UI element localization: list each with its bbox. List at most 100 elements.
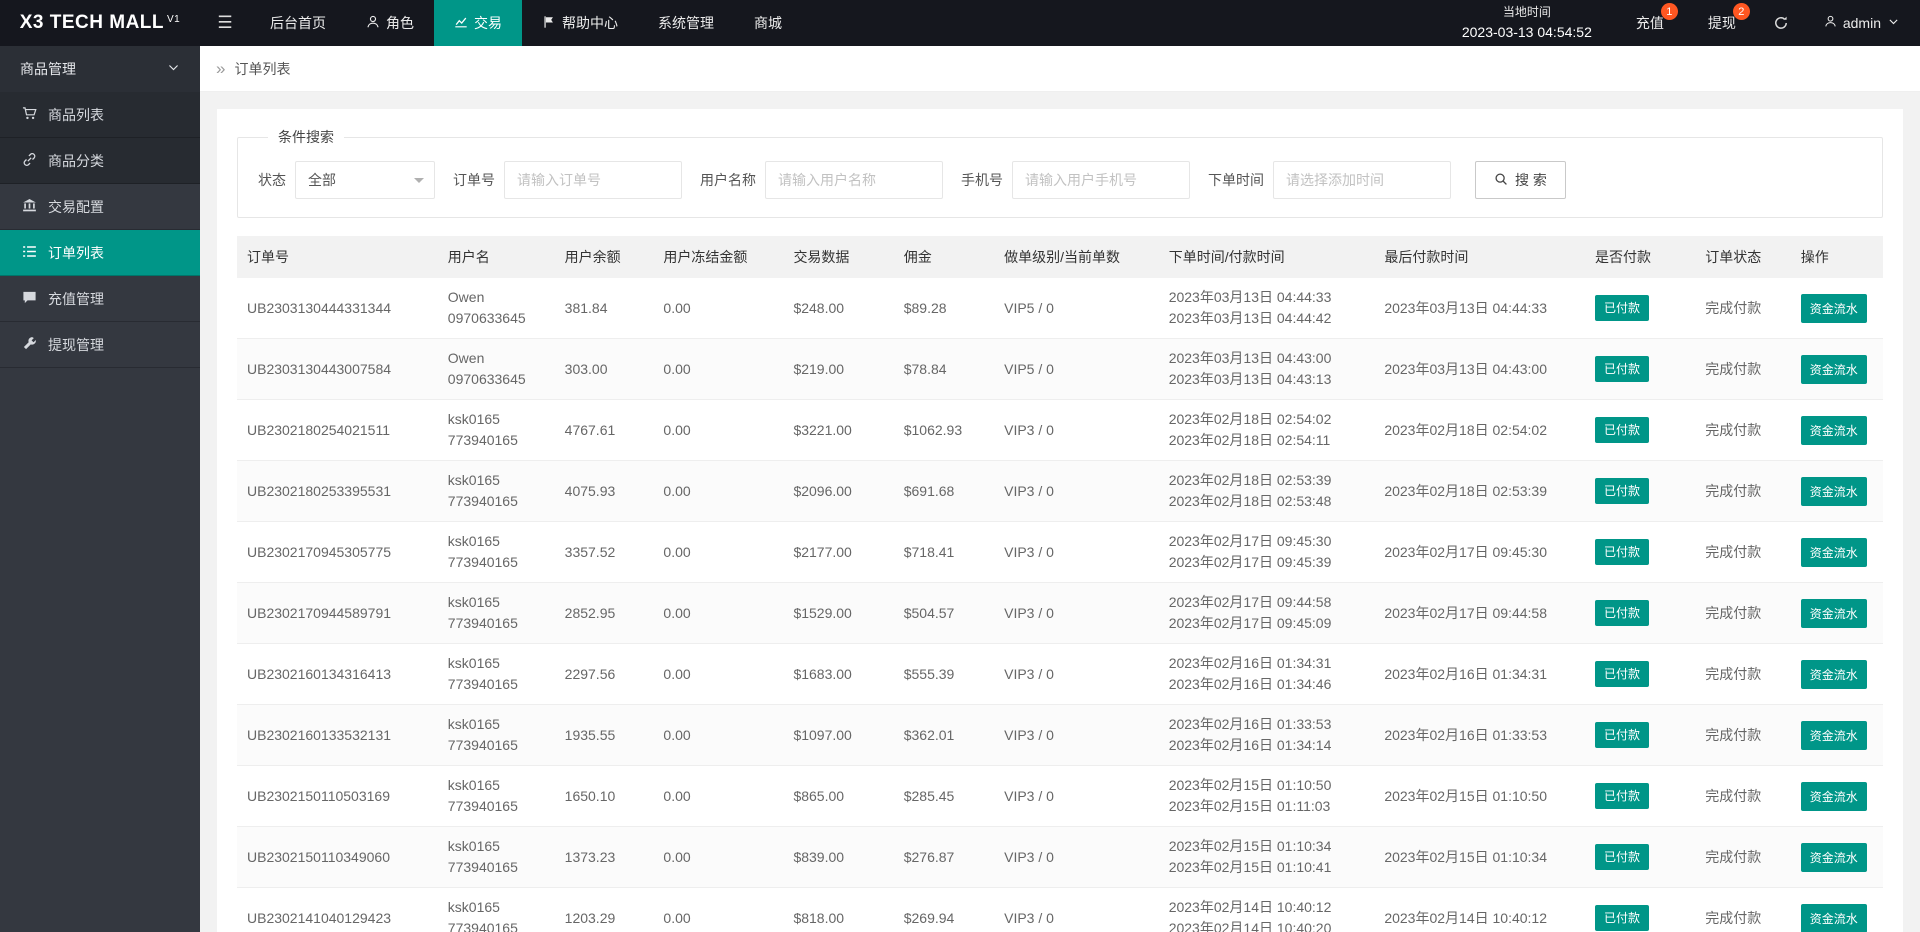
nav-item-roles[interactable]: 角色 xyxy=(346,0,434,46)
frozen-cell: 0.00 xyxy=(653,399,784,461)
fund-flow-button[interactable]: 资金流水 xyxy=(1800,659,1867,689)
balance-cell: 1935.55 xyxy=(554,704,654,766)
order-time: 2023年02月18日 02:54:02 xyxy=(1168,411,1332,427)
sidebar-item-trade-config[interactable]: 交易配置 xyxy=(0,184,200,230)
balance-cell: 2852.95 xyxy=(554,582,654,644)
vip-level-cell: VIP3 / 0 xyxy=(994,643,1159,705)
fund-flow-button[interactable]: 资金流水 xyxy=(1800,537,1867,567)
actions-cell: 资金流水 xyxy=(1790,278,1883,339)
withdraw-badge: 2 xyxy=(1732,3,1750,20)
order-no-cell: UB2302170944589791 xyxy=(237,582,438,644)
balance-cell: 3357.52 xyxy=(554,521,654,583)
phone-input[interactable] xyxy=(1012,161,1190,199)
pay-time: 2023年03月13日 04:44:42 xyxy=(1168,310,1332,326)
search-panel-title: 条件搜索 xyxy=(278,129,334,145)
paid-status-cell: 已付款 xyxy=(1585,460,1696,522)
order-pay-time-cell: 2023年02月16日 01:34:31 2023年02月16日 01:34:4… xyxy=(1158,643,1375,705)
last-pay-time-cell: 2023年02月16日 01:34:31 xyxy=(1374,643,1586,705)
refresh-icon[interactable] xyxy=(1758,0,1804,46)
search-panel: 条件搜索 状态 全部 订单号 用户名称 手机号 下单时间 xyxy=(237,127,1883,218)
nav-item-help-center[interactable]: 帮助中心 xyxy=(522,0,638,46)
sidebar-section-goods-management[interactable]: 商品管理 xyxy=(0,46,200,92)
order-time: 2023年03月13日 04:43:00 xyxy=(1168,350,1332,366)
chevron-down-icon xyxy=(1887,15,1900,31)
sidebar-item-withdraw-management[interactable]: 提现管理 xyxy=(0,322,200,368)
person-icon xyxy=(366,15,380,32)
commission-cell: $718.41 xyxy=(893,521,995,583)
commission-cell: $276.87 xyxy=(893,826,995,888)
order-status-cell: 完成付款 xyxy=(1695,521,1791,583)
actions-cell: 资金流水 xyxy=(1790,765,1883,827)
order-no-input[interactable] xyxy=(504,161,682,199)
order-pay-time-cell: 2023年03月13日 04:43:00 2023年03月13日 04:43:1… xyxy=(1158,338,1375,400)
user-menu[interactable]: admin xyxy=(1804,0,1920,46)
status-select[interactable]: 全部 xyxy=(295,161,435,199)
fund-flow-button[interactable]: 资金流水 xyxy=(1800,598,1867,628)
fund-flow-button[interactable]: 资金流水 xyxy=(1800,903,1867,932)
search-icon xyxy=(1494,172,1508,189)
paid-status-cell: 已付款 xyxy=(1585,887,1696,932)
sidebar-item-goods-list[interactable]: 商品列表 xyxy=(0,92,200,138)
fund-flow-button[interactable]: 资金流水 xyxy=(1800,354,1867,384)
trade-amount-cell: $818.00 xyxy=(783,887,894,932)
actions-cell: 资金流水 xyxy=(1790,643,1883,705)
order-time: 2023年02月18日 02:53:39 xyxy=(1168,472,1332,488)
table-row: UB2302160134316413 ksk0165 773940165 229… xyxy=(237,643,1883,705)
trade-amount-cell: $2096.00 xyxy=(783,460,894,522)
sidebar-item-label: 交易配置 xyxy=(48,198,104,215)
sidebar-item-recharge-management[interactable]: 充值管理 xyxy=(0,276,200,322)
paid-status-badge: 已付款 xyxy=(1595,417,1650,443)
order-pay-time-cell: 2023年02月17日 09:45:30 2023年02月17日 09:45:3… xyxy=(1158,521,1375,583)
col-trade-data: 交易数据 xyxy=(783,236,894,278)
sidebar-item-order-list[interactable]: 订单列表 xyxy=(0,230,200,276)
fund-flow-button[interactable]: 资金流水 xyxy=(1800,842,1867,872)
sidebar-section-label: 商品管理 xyxy=(20,61,76,77)
menu-toggle-icon[interactable]: ☰ xyxy=(200,0,250,46)
table-row: UB2302160133532131 ksk0165 773940165 193… xyxy=(237,704,1883,766)
top-nav: 后台首页 角色 交易 帮助中心 系统管理 商城 xyxy=(250,0,802,46)
commission-cell: $555.39 xyxy=(893,643,995,705)
fund-flow-button[interactable]: 资金流水 xyxy=(1800,720,1867,750)
paid-status-badge: 已付款 xyxy=(1595,600,1650,626)
nav-item-trade[interactable]: 交易 xyxy=(434,0,522,46)
trade-amount-cell: $865.00 xyxy=(783,765,894,827)
paid-status-badge: 已付款 xyxy=(1595,783,1650,809)
user-cell: Owen 0970633645 xyxy=(437,338,555,400)
vip-level-cell: VIP3 / 0 xyxy=(994,826,1159,888)
fund-flow-button[interactable]: 资金流水 xyxy=(1800,781,1867,811)
order-status-cell: 完成付款 xyxy=(1695,338,1791,400)
sidebar-item-goods-category[interactable]: 商品分类 xyxy=(0,138,200,184)
sidebar-item-label: 订单列表 xyxy=(48,244,104,261)
user-name: ksk0165 xyxy=(447,411,500,427)
pay-time: 2023年02月16日 01:34:46 xyxy=(1168,676,1332,692)
orders-table-body: UB2303130444331344 Owen 0970633645 381.8… xyxy=(237,278,1883,932)
withdraw-button[interactable]: 提现 2 xyxy=(1686,0,1758,46)
balance-cell: 4767.61 xyxy=(554,399,654,461)
fund-flow-button[interactable]: 资金流水 xyxy=(1800,415,1867,445)
nav-item-dashboard[interactable]: 后台首页 xyxy=(250,0,346,46)
fund-flow-button[interactable]: 资金流水 xyxy=(1800,476,1867,506)
paid-status-cell: 已付款 xyxy=(1585,338,1696,400)
app-logo: X3 TECH MALL V1 xyxy=(0,0,200,46)
recharge-button[interactable]: 充值 1 xyxy=(1614,0,1686,46)
commission-cell: $362.01 xyxy=(893,704,995,766)
list-icon xyxy=(22,244,37,262)
order-time-input[interactable] xyxy=(1273,161,1451,199)
frozen-cell: 0.00 xyxy=(653,765,784,827)
nav-item-mall[interactable]: 商城 xyxy=(734,0,802,46)
nav-item-system[interactable]: 系统管理 xyxy=(638,0,734,46)
table-row: UB2302180253395531 ksk0165 773940165 407… xyxy=(237,460,1883,522)
recharge-label: 充值 xyxy=(1635,15,1664,31)
last-pay-time-cell: 2023年02月18日 02:54:02 xyxy=(1374,399,1586,461)
page-title: 订单列表 xyxy=(234,60,291,77)
search-button[interactable]: 搜 索 xyxy=(1475,161,1566,199)
fund-flow-button[interactable]: 资金流水 xyxy=(1800,293,1867,323)
vip-level-cell: VIP3 / 0 xyxy=(994,887,1159,932)
paid-status-cell: 已付款 xyxy=(1585,399,1696,461)
user-name-input[interactable] xyxy=(765,161,943,199)
user-id: 773940165 xyxy=(447,676,518,692)
sidebar-item-label: 商品列表 xyxy=(48,106,104,123)
nav-item-label: 角色 xyxy=(386,15,414,31)
status-select-value: 全部 xyxy=(308,172,336,188)
vip-level-cell: VIP5 / 0 xyxy=(994,338,1159,400)
